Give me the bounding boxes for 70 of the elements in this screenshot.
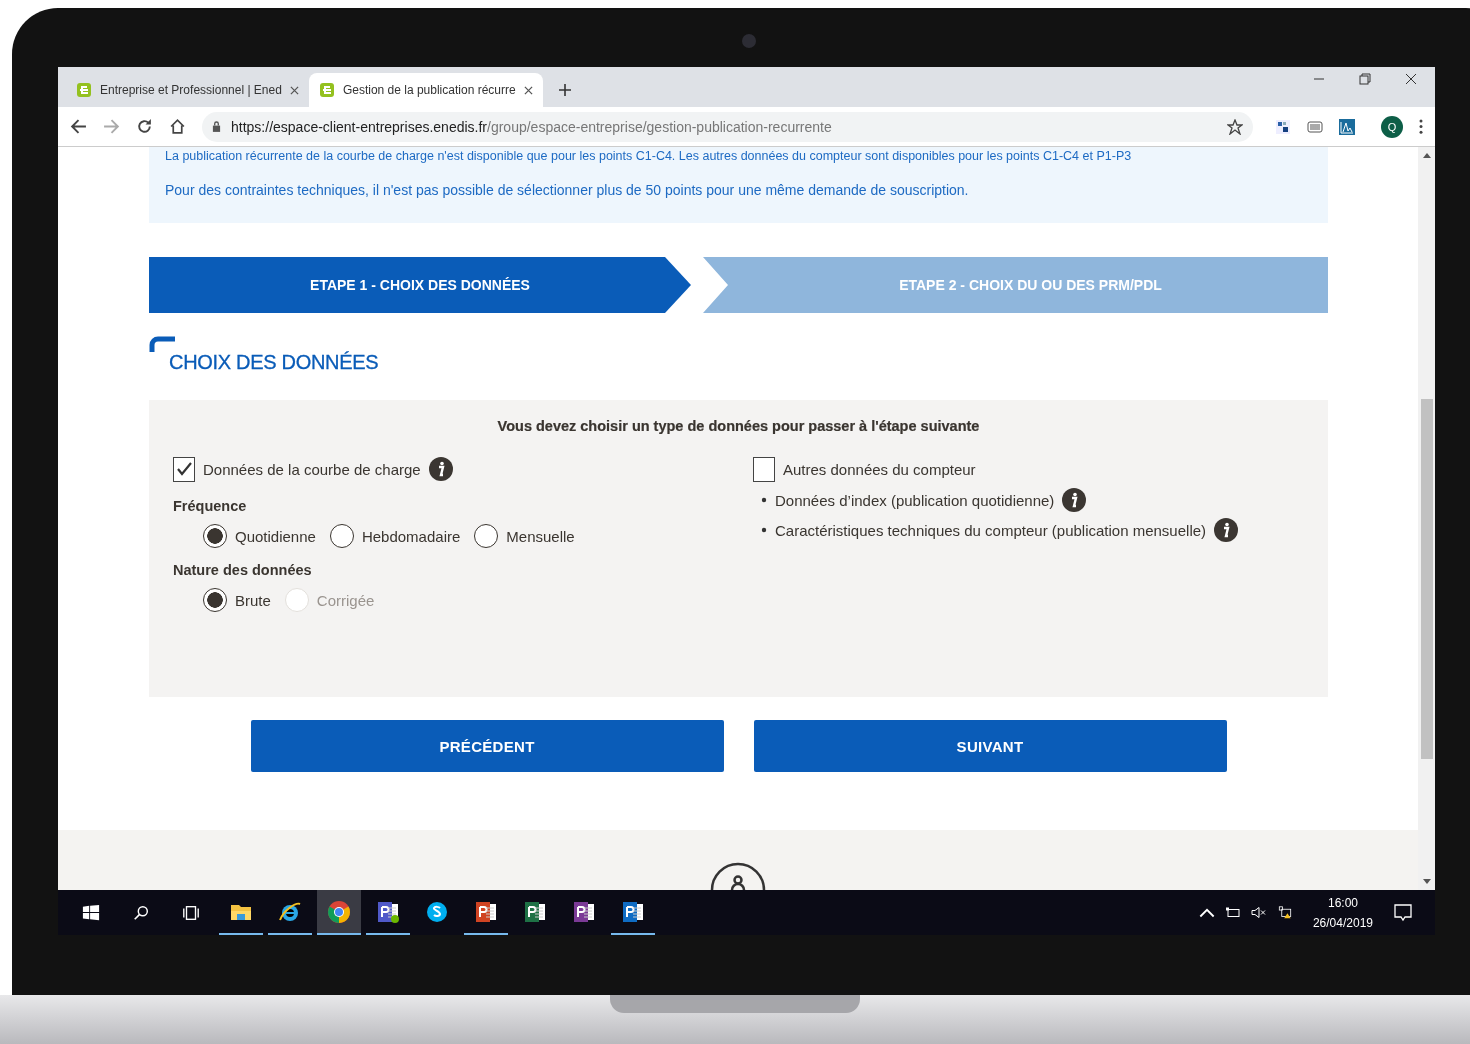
section-title: CHOIX DES DONNÉES (169, 351, 379, 374)
browser-tab[interactable]: Gestion de la publication récurre (308, 73, 543, 107)
star-icon[interactable] (1227, 118, 1243, 135)
clock-date: 26/04/2019 (1312, 914, 1373, 932)
close-icon[interactable] (289, 85, 299, 95)
corner-accent (149, 336, 175, 352)
info-icon[interactable] (428, 457, 453, 481)
extension-icon[interactable] (1275, 118, 1291, 135)
network-warning-icon[interactable] (1276, 906, 1293, 919)
field-label: Nature des données (173, 562, 313, 578)
browser-tab[interactable]: Entreprise et Professionnel | Ened (66, 73, 309, 107)
menu-icon[interactable] (1419, 119, 1423, 134)
checkbox[interactable] (753, 456, 775, 482)
back-icon[interactable] (70, 118, 87, 135)
list-item-text: Caractéristiques techniques du compteur (publication mensuelle) (775, 521, 1207, 539)
profile-avatar[interactable]: Q (1381, 115, 1403, 138)
office-app-icon (375, 899, 400, 924)
office-app-icon (473, 899, 498, 924)
muted-speaker-icon[interactable] (1250, 906, 1267, 919)
url-text: https://espace-client-entreprises.enedis.fr/group/espace-entreprise/gestion-publication-recurrente (231, 118, 833, 135)
radio-button[interactable] (474, 524, 499, 548)
reload-icon[interactable] (136, 118, 153, 135)
bullet-icon (761, 497, 767, 503)
instruction-text: Vous devez choisir un type de données pour passer à l'étape suivante (496, 418, 981, 434)
tab-title: Gestion de la publication récurre (342, 83, 516, 97)
checkbox[interactable] (173, 456, 195, 482)
taskbar-app[interactable] (316, 890, 361, 935)
next-button[interactable]: SUIVANT (753, 720, 1227, 772)
info-icon[interactable] (1214, 518, 1239, 542)
checkbox-label: Autres données du compteur (783, 460, 976, 478)
chevron-up-icon[interactable] (1198, 906, 1215, 919)
scroll-up-icon[interactable] (1422, 153, 1431, 158)
info-text: Pour des contraintes techniques, il n'est pas possible de sélectionner plus de 50 points pour une même demande de souscription. (165, 181, 970, 199)
field-label: Fréquence (173, 498, 248, 514)
list-item-text: Données d’index (publication quotidienne) (775, 491, 1055, 509)
site-logo-icon (318, 82, 335, 98)
lock-icon (212, 121, 221, 132)
previous-button[interactable]: PRÉCÉDENT (250, 720, 724, 772)
battery-icon[interactable] (1224, 906, 1241, 919)
radio-label: Mensuelle (506, 527, 575, 545)
info-text: La publication récurrente de la courbe de charge n'est disponible que pour les points C1-C4. Les autres données du compteur sont disponibles pour les points C1-C4 et P1-P3 (165, 148, 1133, 165)
chart-extension-icon[interactable] (1339, 118, 1355, 135)
radio-label: Hebdomadaire (361, 527, 461, 545)
notification-icon[interactable] (1393, 902, 1413, 923)
home-icon[interactable] (169, 118, 186, 135)
close-icon[interactable] (523, 85, 533, 95)
address-bar[interactable]: https://espace-client-entreprises.enedis.fr/group/espace-entreprise/gestion-publication-recurrente (202, 111, 1253, 142)
clock-time: 16:00 (1327, 894, 1358, 912)
restore-icon[interactable] (1359, 73, 1371, 85)
new-tab-icon[interactable] (558, 84, 571, 96)
skype-icon (424, 899, 449, 924)
chrome-icon (326, 899, 351, 924)
info-icon[interactable] (1062, 488, 1087, 512)
office-app-icon (620, 899, 645, 924)
site-logo-icon (76, 82, 92, 98)
radio-button[interactable] (329, 524, 354, 548)
scrollbar[interactable] (1418, 147, 1435, 890)
tab-title: Entreprise et Professionnel | Ened (100, 83, 282, 97)
close-icon[interactable] (1405, 73, 1417, 85)
scroll-down-icon[interactable] (1422, 879, 1431, 884)
radio-button[interactable] (203, 524, 227, 548)
radio-button[interactable] (203, 588, 227, 612)
radio-label: Brute (235, 591, 271, 609)
radio-label: Quotidienne (235, 527, 316, 545)
office-app-icon (522, 899, 547, 924)
office-app-icon (571, 899, 596, 924)
radio-label: Corrigée (316, 591, 375, 609)
camera-icon (742, 34, 756, 48)
bullet-icon (761, 527, 767, 533)
checkbox-label: Données de la courbe de charge (203, 460, 421, 478)
